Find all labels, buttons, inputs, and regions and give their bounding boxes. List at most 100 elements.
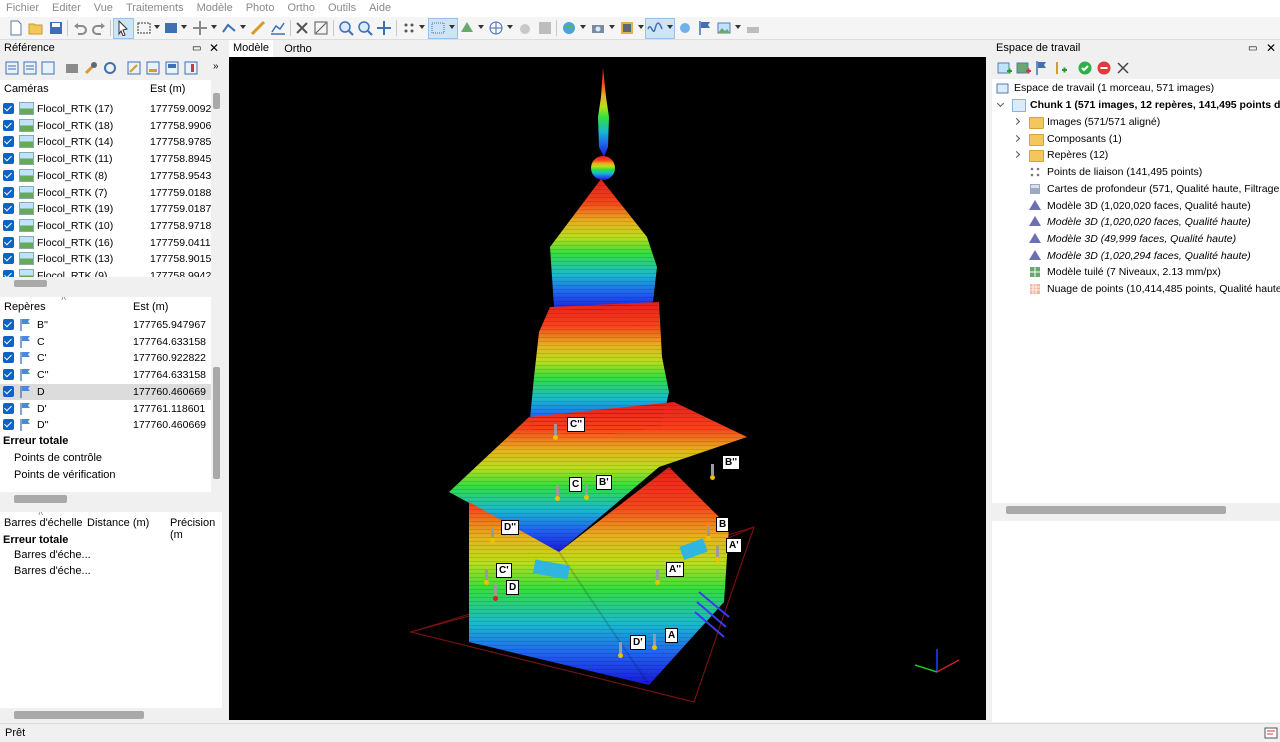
redo-icon[interactable] [91, 20, 107, 36]
camera-row[interactable]: Flocol_RTK (9) 177758.99423 [0, 268, 217, 277]
tab-ortho[interactable]: Ortho [279, 40, 317, 57]
menu-modele[interactable]: Modèle [191, 0, 240, 14]
camera-checkbox[interactable] [3, 103, 14, 114]
marker-pin-icon[interactable] [554, 424, 557, 435]
viewport-marker-label[interactable]: D'' [501, 520, 519, 535]
close-panel-icon[interactable]: ✕ [209, 40, 219, 57]
workspace-root[interactable]: Espace de travail (1 morceau, 571 images… [1014, 80, 1214, 96]
marker-row[interactable]: C' 177760.922822 [0, 350, 211, 366]
marker-pin-icon[interactable] [556, 485, 559, 496]
add-marker-icon[interactable] [1034, 60, 1050, 76]
marker-point[interactable] [584, 495, 589, 500]
add-chunk-icon[interactable] [996, 60, 1012, 76]
tools-icon[interactable] [83, 60, 99, 76]
view-estimated-icon[interactable] [145, 60, 161, 76]
marker-point[interactable] [618, 653, 623, 658]
viewport-marker-label[interactable]: A'' [666, 562, 684, 577]
navigation-icon[interactable] [192, 20, 208, 36]
camera-row[interactable]: Flocol_RTK (7) 177759.01880 [0, 185, 217, 201]
markers-column-header[interactable]: Repères [4, 301, 46, 313]
marker-row[interactable]: B'' 177765.947967 [0, 317, 211, 333]
reset-view-icon[interactable] [376, 20, 392, 36]
workspace-hscroll[interactable] [992, 503, 1280, 517]
scalebar-item[interactable]: Barres d'éche... [14, 565, 91, 577]
marker-row[interactable]: D'' 177760.460669 [0, 417, 211, 433]
viewport-marker-label[interactable]: A [665, 628, 679, 643]
chevron-right-icon[interactable] [1012, 151, 1021, 159]
markers-vscroll[interactable] [211, 297, 222, 492]
chevron-right-icon[interactable] [1012, 117, 1021, 126]
globe-icon[interactable] [561, 20, 577, 36]
zoom-out-icon[interactable] [357, 20, 373, 36]
photo-frame-icon[interactable] [619, 20, 635, 36]
menu-traitements[interactable]: Traitements [120, 0, 191, 14]
model-view-icon[interactable] [163, 20, 179, 36]
float-panel-icon[interactable]: ▭ [192, 40, 201, 57]
chunk-item[interactable]: Chunk 1 (571 images, 12 repères, 141,495… [1030, 97, 1280, 113]
marker-row[interactable]: D 177760.460669 [0, 383, 211, 400]
marker-point[interactable] [553, 435, 558, 440]
add-scalebar-icon[interactable] [1053, 60, 1069, 76]
marker-checkbox[interactable] [3, 335, 14, 347]
viewport-marker-label[interactable]: D' [630, 635, 646, 650]
marker-point[interactable] [710, 475, 715, 480]
menu-ortho[interactable]: Ortho [281, 0, 322, 14]
viewport-marker-label[interactable]: C'' [567, 417, 585, 432]
viewport-marker-label[interactable]: A' [726, 538, 742, 553]
measure-ruler-icon[interactable] [250, 20, 266, 36]
viewport-marker-label[interactable]: C' [496, 563, 512, 578]
mesh-shaded-icon[interactable] [459, 20, 475, 36]
cameras-column-header[interactable]: Caméras [4, 83, 49, 95]
cameras-hscroll[interactable] [0, 277, 222, 289]
camera-checkbox[interactable] [3, 270, 14, 277]
camera-row[interactable]: Flocol_RTK (17) 177759.00924 [0, 101, 217, 117]
enable-icon[interactable] [1077, 60, 1093, 76]
open-folder-icon[interactable] [28, 20, 44, 36]
camera-row[interactable]: Flocol_RTK (10) 177758.97187 [0, 218, 217, 234]
disable-icon[interactable] [1096, 60, 1112, 76]
view-variance-icon[interactable] [183, 60, 199, 76]
camera-checkbox[interactable] [3, 119, 14, 131]
camera-row[interactable]: Flocol_RTK (13) 177758.90157 [0, 251, 217, 267]
scalebars-column-header[interactable]: Barres d'échelle [4, 517, 83, 529]
new-document-icon[interactable] [8, 20, 24, 36]
marker-checkbox[interactable] [3, 369, 14, 381]
camera-row[interactable]: Flocol_RTK (14) 177758.97856 [0, 134, 217, 150]
marker-point[interactable] [484, 580, 489, 585]
menu-outils[interactable]: Outils [322, 0, 363, 14]
marker-point[interactable] [555, 496, 560, 501]
marker-pin-icon[interactable] [619, 642, 622, 653]
marker-pin-icon[interactable] [656, 569, 659, 580]
menu-photo[interactable]: Photo [240, 0, 282, 14]
marker-checkbox[interactable] [3, 385, 14, 397]
camera-checkbox[interactable] [3, 236, 14, 248]
camera-row[interactable]: Flocol_RTK (11) 177758.89459 [0, 151, 217, 167]
profile-icon[interactable] [270, 20, 286, 36]
camera-checkbox[interactable] [3, 136, 14, 148]
marker-pin-icon[interactable] [494, 585, 497, 596]
export-reference-icon[interactable] [22, 60, 38, 76]
scalebar-item[interactable]: Barres d'éche... [14, 549, 91, 561]
zoom-in-icon[interactable] [338, 20, 354, 36]
crop-icon[interactable] [313, 20, 329, 36]
rectangle-selection-icon[interactable] [136, 20, 152, 36]
image-grey-icon[interactable] [537, 20, 553, 36]
markers-hscroll[interactable] [0, 492, 222, 506]
grid-globe-icon[interactable] [488, 20, 504, 36]
flag-icon[interactable] [697, 20, 713, 36]
wave-icon[interactable] [647, 20, 663, 36]
marker-checkbox[interactable] [3, 402, 14, 414]
viewport-marker-label[interactable]: B' [596, 475, 612, 490]
camera-row[interactable]: Flocol_RTK (16) 177759.04112 [0, 235, 216, 251]
marker-pin-icon[interactable] [711, 464, 714, 475]
points-display-icon[interactable] [401, 20, 417, 36]
model-viewport[interactable]: C'' C B' B'' D'' B A' C' A'' D D' A [229, 57, 986, 720]
marker-pin-icon[interactable] [707, 525, 710, 536]
marker-checkbox[interactable] [3, 419, 14, 431]
marker-pin-icon[interactable] [485, 569, 488, 580]
menu-vue[interactable]: Vue [88, 0, 120, 14]
convert-icon[interactable] [64, 60, 80, 76]
distance-column-header[interactable]: Distance (m) [87, 517, 149, 529]
chevron-right-icon[interactable] [1012, 134, 1021, 142]
marker-row[interactable]: C'' 177764.633158 [0, 367, 211, 383]
